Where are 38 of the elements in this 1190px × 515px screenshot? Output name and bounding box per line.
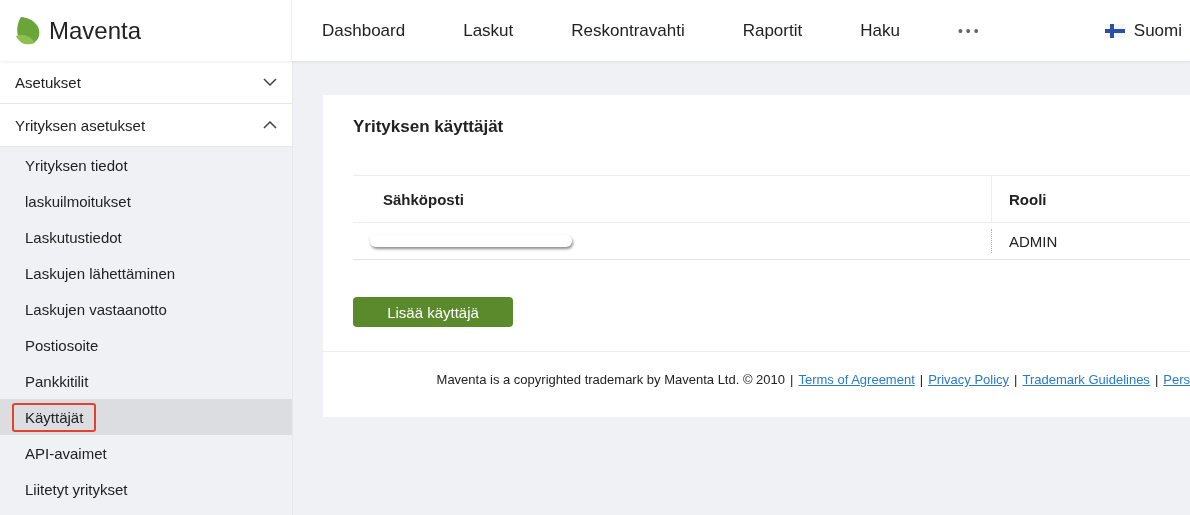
logo-text[interactable]: Maventa	[49, 16, 142, 45]
separator: |	[1154, 372, 1159, 387]
column-header: Sähköposti	[353, 176, 991, 223]
sidebar-group[interactable]: Asetukset	[0, 61, 292, 104]
add-user-button[interactable]: Lisää käyttäjä	[353, 297, 513, 327]
sidebar-item[interactable]: Yrityksen tiedot	[0, 147, 292, 183]
table-cell: ADMIN	[991, 229, 1190, 253]
separator: |	[1014, 372, 1018, 387]
footer-link[interactable]: Terms of Agreement	[798, 372, 915, 387]
footer-link[interactable]: Privacy Policy	[928, 372, 1010, 387]
card-title: Yrityksen käyttäjät	[352, 116, 505, 137]
leaf-logo-icon	[15, 15, 41, 46]
sidebar-item[interactable]: Postiosoite	[0, 327, 292, 363]
sidebar-item[interactable]: Laskujen lähettäminen	[0, 255, 292, 291]
language-selector[interactable]: Suomi	[1133, 20, 1182, 41]
sidebar-group[interactable]: Yrityksen asetukset	[0, 104, 292, 147]
chevron-up-icon	[263, 121, 277, 129]
copyright-text: Maventa is a copyrighted trademark by Maventa Ltd. © 2010	[436, 372, 786, 387]
sidebar-item[interactable]: Laskutustiedot	[0, 219, 292, 255]
nav-link[interactable]: Dashboard	[322, 20, 406, 41]
separator: |	[790, 372, 794, 387]
footer-link[interactable]: Trademark Guidelines	[1022, 372, 1150, 387]
nav-link[interactable]: Haku	[860, 20, 900, 41]
sidebar-item[interactable]: API-avaimet	[0, 435, 292, 471]
nav-link[interactable]: Laskut	[463, 20, 514, 41]
nav-link[interactable]: Reskontravahti	[571, 20, 685, 41]
sidebar-item[interactable]: Käyttäjät	[0, 399, 292, 435]
chevron-down-icon	[263, 78, 277, 86]
flag-icon	[1104, 23, 1125, 38]
sidebar-item[interactable]: laskuilmoitukset	[0, 183, 292, 219]
footer-link[interactable]: Pers	[1163, 372, 1190, 387]
sidebar-item[interactable]: Liitetyt yritykset	[0, 471, 292, 507]
separator: |	[919, 372, 924, 387]
nav-link[interactable]: Raportit	[742, 20, 803, 41]
sidebar-item[interactable]: Pankkitilit	[0, 363, 292, 399]
more-menu[interactable]: •••	[957, 22, 982, 39]
sidebar-item[interactable]: Laskujen vastaanotto	[0, 291, 292, 327]
column-header: Rooli	[991, 176, 1190, 223]
